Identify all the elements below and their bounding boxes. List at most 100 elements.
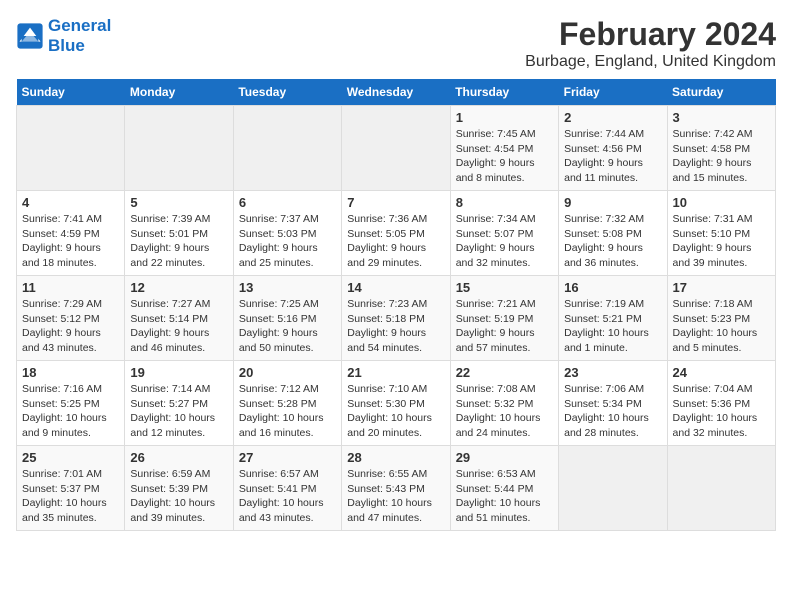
day-info: Sunrise: 6:55 AM Sunset: 5:43 PM Dayligh… xyxy=(347,467,444,526)
day-info: Sunrise: 7:25 AM Sunset: 5:16 PM Dayligh… xyxy=(239,297,336,356)
weekday-header: Wednesday xyxy=(342,79,450,106)
day-info: Sunrise: 7:16 AM Sunset: 5:25 PM Dayligh… xyxy=(22,382,119,441)
day-info: Sunrise: 7:42 AM Sunset: 4:58 PM Dayligh… xyxy=(673,127,770,186)
day-number: 29 xyxy=(456,450,553,465)
weekday-header: Monday xyxy=(125,79,233,106)
weekday-header: Tuesday xyxy=(233,79,341,106)
calendar-cell: 10Sunrise: 7:31 AM Sunset: 5:10 PM Dayli… xyxy=(667,191,775,276)
day-info: Sunrise: 7:32 AM Sunset: 5:08 PM Dayligh… xyxy=(564,212,661,271)
day-number: 23 xyxy=(564,365,661,380)
day-number: 12 xyxy=(130,280,227,295)
day-number: 26 xyxy=(130,450,227,465)
day-info: Sunrise: 7:01 AM Sunset: 5:37 PM Dayligh… xyxy=(22,467,119,526)
calendar-cell: 3 Sunrise: 7:42 AM Sunset: 4:58 PM Daylig… xyxy=(667,106,775,191)
calendar-cell xyxy=(17,106,125,191)
day-info: Sunrise: 7:08 AM Sunset: 5:32 PM Dayligh… xyxy=(456,382,553,441)
day-number: 9 xyxy=(564,195,661,210)
calendar-cell: 29 Sunrise: 6:53 AM Sunset: 5:44 PM Dayli… xyxy=(450,446,558,531)
day-info: Sunrise: 7:34 AM Sunset: 5:07 PM Dayligh… xyxy=(456,212,553,271)
day-info: Sunrise: 7:14 AM Sunset: 5:27 PM Dayligh… xyxy=(130,382,227,441)
weekday-header: Thursday xyxy=(450,79,558,106)
calendar-cell: 14 Sunrise: 7:23 AM Sunset: 5:18 PM Dayli… xyxy=(342,276,450,361)
day-number: 11 xyxy=(22,280,119,295)
calendar-cell: 16 Sunrise: 7:19 AM Sunset: 5:21 PM Dayli… xyxy=(559,276,667,361)
calendar-cell: 27Sunrise: 6:57 AM Sunset: 5:41 PM Dayli… xyxy=(233,446,341,531)
day-number: 13 xyxy=(239,280,336,295)
logo-icon xyxy=(16,22,44,50)
calendar-cell: 18 Sunrise: 7:16 AM Sunset: 5:25 PM Dayli… xyxy=(17,361,125,446)
day-number: 20 xyxy=(239,365,336,380)
calendar-cell: 28 Sunrise: 6:55 AM Sunset: 5:43 PM Dayli… xyxy=(342,446,450,531)
calendar-cell: 20 Sunrise: 7:12 AM Sunset: 5:28 PM Dayli… xyxy=(233,361,341,446)
calendar-cell: 1 Sunrise: 7:45 AM Sunset: 4:54 PM Daylig… xyxy=(450,106,558,191)
day-info: Sunrise: 7:41 AM Sunset: 4:59 PM Dayligh… xyxy=(22,212,119,271)
calendar-cell: 24 Sunrise: 7:04 AM Sunset: 5:36 PM Dayli… xyxy=(667,361,775,446)
calendar-table: SundayMondayTuesdayWednesdayThursdayFrid… xyxy=(16,79,776,531)
day-number: 3 xyxy=(673,110,770,125)
day-info: Sunrise: 6:53 AM Sunset: 5:44 PM Dayligh… xyxy=(456,467,553,526)
day-info: Sunrise: 7:06 AM Sunset: 5:34 PM Dayligh… xyxy=(564,382,661,441)
calendar-cell: 6 Sunrise: 7:37 AM Sunset: 5:03 PM Daylig… xyxy=(233,191,341,276)
day-number: 2 xyxy=(564,110,661,125)
day-number: 27 xyxy=(239,450,336,465)
day-info: Sunrise: 7:10 AM Sunset: 5:30 PM Dayligh… xyxy=(347,382,444,441)
day-number: 18 xyxy=(22,365,119,380)
weekday-header: Saturday xyxy=(667,79,775,106)
day-number: 19 xyxy=(130,365,227,380)
day-info: Sunrise: 7:37 AM Sunset: 5:03 PM Dayligh… xyxy=(239,212,336,271)
day-info: Sunrise: 6:59 AM Sunset: 5:39 PM Dayligh… xyxy=(130,467,227,526)
day-number: 28 xyxy=(347,450,444,465)
logo: General Blue xyxy=(16,16,111,56)
day-info: Sunrise: 7:44 AM Sunset: 4:56 PM Dayligh… xyxy=(564,127,661,186)
calendar-cell: 2 Sunrise: 7:44 AM Sunset: 4:56 PM Daylig… xyxy=(559,106,667,191)
week-row: 1 Sunrise: 7:45 AM Sunset: 4:54 PM Daylig… xyxy=(17,106,776,191)
day-number: 6 xyxy=(239,195,336,210)
page-subtitle: Burbage, England, United Kingdom xyxy=(525,53,776,71)
calendar-cell xyxy=(559,446,667,531)
calendar-cell: 26 Sunrise: 6:59 AM Sunset: 5:39 PM Dayli… xyxy=(125,446,233,531)
day-number: 17 xyxy=(673,280,770,295)
week-row: 4 Sunrise: 7:41 AM Sunset: 4:59 PM Daylig… xyxy=(17,191,776,276)
day-number: 24 xyxy=(673,365,770,380)
day-number: 16 xyxy=(564,280,661,295)
calendar-cell: 22 Sunrise: 7:08 AM Sunset: 5:32 PM Dayli… xyxy=(450,361,558,446)
day-info: Sunrise: 7:45 AM Sunset: 4:54 PM Dayligh… xyxy=(456,127,553,186)
day-info: Sunrise: 7:27 AM Sunset: 5:14 PM Dayligh… xyxy=(130,297,227,356)
day-number: 21 xyxy=(347,365,444,380)
calendar-cell: 7 Sunrise: 7:36 AM Sunset: 5:05 PM Daylig… xyxy=(342,191,450,276)
calendar-cell: 4 Sunrise: 7:41 AM Sunset: 4:59 PM Daylig… xyxy=(17,191,125,276)
day-number: 1 xyxy=(456,110,553,125)
day-number: 8 xyxy=(456,195,553,210)
week-row: 25Sunrise: 7:01 AM Sunset: 5:37 PM Dayli… xyxy=(17,446,776,531)
day-info: Sunrise: 7:36 AM Sunset: 5:05 PM Dayligh… xyxy=(347,212,444,271)
week-row: 18 Sunrise: 7:16 AM Sunset: 5:25 PM Dayli… xyxy=(17,361,776,446)
title-block: February 2024 Burbage, England, United K… xyxy=(525,16,776,71)
day-number: 4 xyxy=(22,195,119,210)
page-title: February 2024 xyxy=(525,16,776,53)
calendar-cell xyxy=(342,106,450,191)
day-info: Sunrise: 7:12 AM Sunset: 5:28 PM Dayligh… xyxy=(239,382,336,441)
weekday-header: Friday xyxy=(559,79,667,106)
calendar-cell: 12 Sunrise: 7:27 AM Sunset: 5:14 PM Dayli… xyxy=(125,276,233,361)
weekday-header-row: SundayMondayTuesdayWednesdayThursdayFrid… xyxy=(17,79,776,106)
calendar-cell: 23 Sunrise: 7:06 AM Sunset: 5:34 PM Dayli… xyxy=(559,361,667,446)
calendar-cell: 25Sunrise: 7:01 AM Sunset: 5:37 PM Dayli… xyxy=(17,446,125,531)
calendar-cell: 21 Sunrise: 7:10 AM Sunset: 5:30 PM Dayli… xyxy=(342,361,450,446)
calendar-cell: 17Sunrise: 7:18 AM Sunset: 5:23 PM Dayli… xyxy=(667,276,775,361)
day-number: 14 xyxy=(347,280,444,295)
calendar-cell: 11 Sunrise: 7:29 AM Sunset: 5:12 PM Dayli… xyxy=(17,276,125,361)
day-number: 10 xyxy=(673,195,770,210)
day-info: Sunrise: 7:19 AM Sunset: 5:21 PM Dayligh… xyxy=(564,297,661,356)
calendar-cell: 13 Sunrise: 7:25 AM Sunset: 5:16 PM Dayli… xyxy=(233,276,341,361)
day-info: Sunrise: 7:29 AM Sunset: 5:12 PM Dayligh… xyxy=(22,297,119,356)
calendar-cell xyxy=(667,446,775,531)
day-info: Sunrise: 7:39 AM Sunset: 5:01 PM Dayligh… xyxy=(130,212,227,271)
calendar-cell: 9 Sunrise: 7:32 AM Sunset: 5:08 PM Daylig… xyxy=(559,191,667,276)
day-info: Sunrise: 7:04 AM Sunset: 5:36 PM Dayligh… xyxy=(673,382,770,441)
calendar-cell: 8 Sunrise: 7:34 AM Sunset: 5:07 PM Daylig… xyxy=(450,191,558,276)
day-info: Sunrise: 7:23 AM Sunset: 5:18 PM Dayligh… xyxy=(347,297,444,356)
weekday-header: Sunday xyxy=(17,79,125,106)
day-number: 7 xyxy=(347,195,444,210)
calendar-cell: 15Sunrise: 7:21 AM Sunset: 5:19 PM Dayli… xyxy=(450,276,558,361)
day-number: 22 xyxy=(456,365,553,380)
